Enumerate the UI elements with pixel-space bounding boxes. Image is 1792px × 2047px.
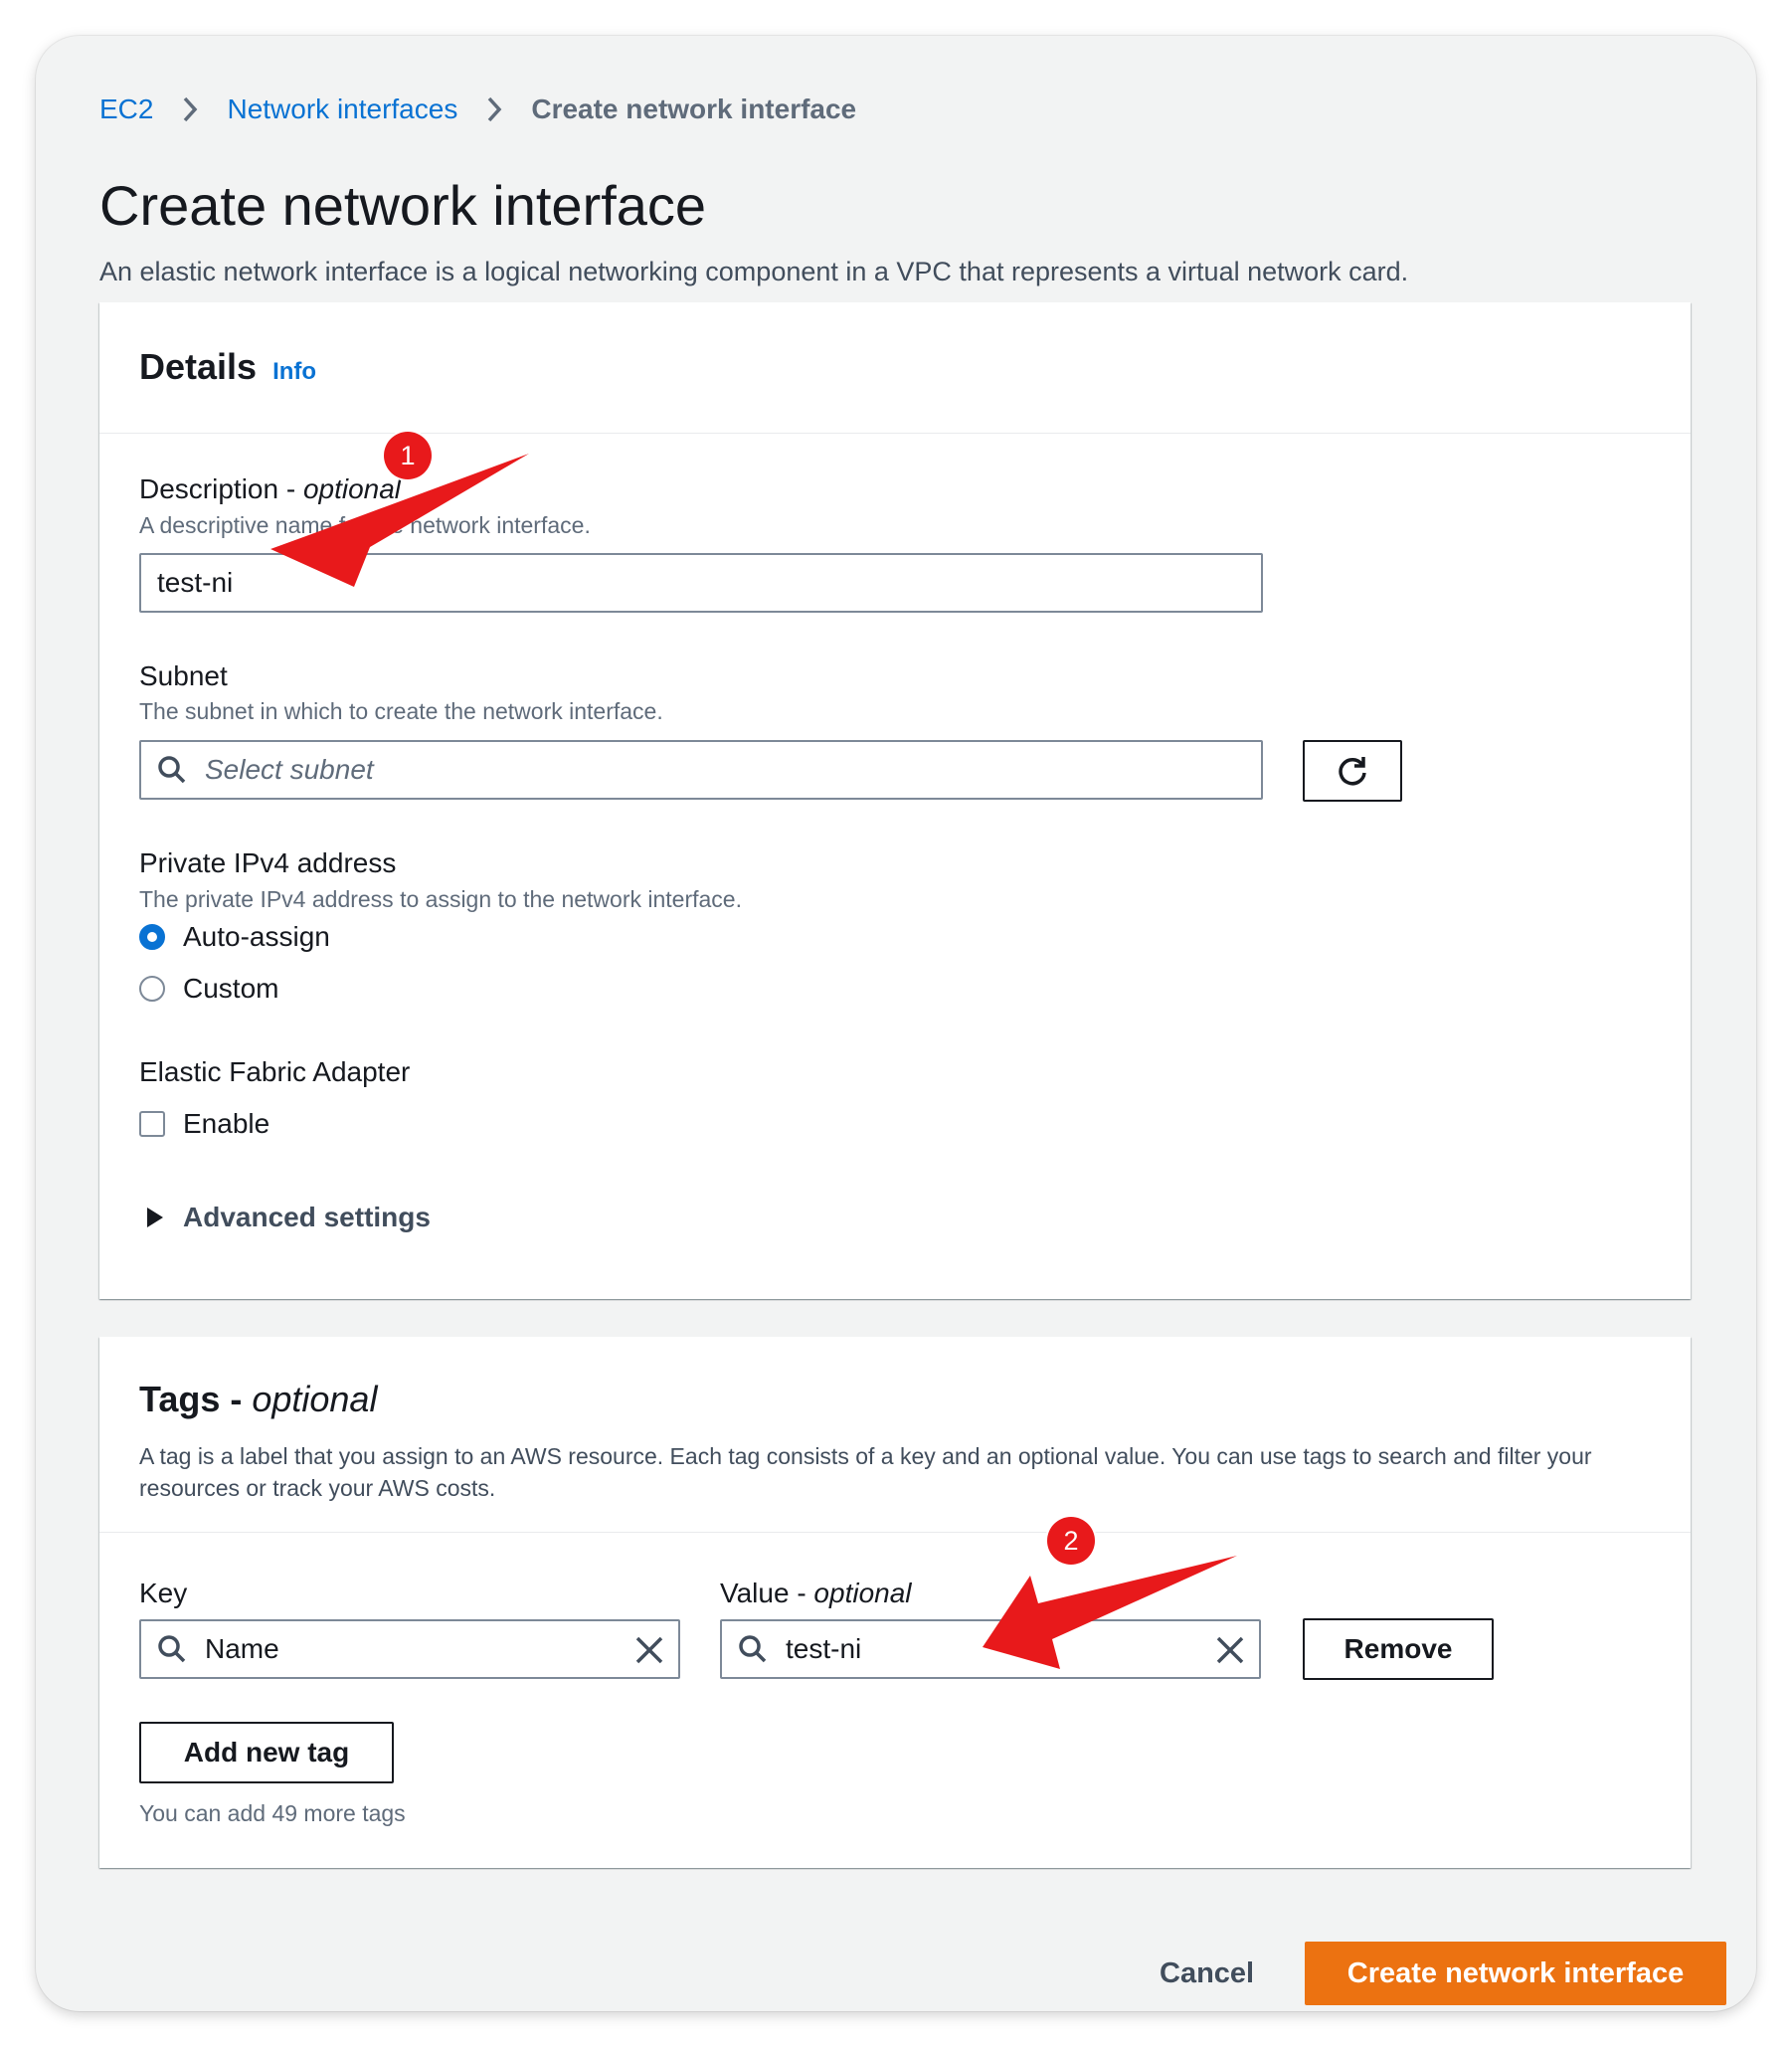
chevron-right-icon <box>479 94 509 124</box>
refresh-button[interactable] <box>1303 740 1402 802</box>
clear-icon[interactable] <box>634 1635 664 1665</box>
tag-value-input[interactable]: test-ni <box>720 1619 1261 1679</box>
tags-panel-header: Tags - optional A tag is a label that yo… <box>99 1337 1691 1533</box>
tag-key-label: Key <box>139 1578 188 1608</box>
annotation-badge-1: 1 <box>384 432 432 479</box>
description-help: A descriptive name for the network inter… <box>139 512 591 538</box>
description-label-text: Description - <box>139 473 303 504</box>
description-label: Description - optional <box>139 473 401 505</box>
description-input-value: test-ni <box>157 567 234 598</box>
subnet-placeholder: Select subnet <box>205 754 374 785</box>
remove-tag-button[interactable]: Remove <box>1303 1618 1494 1680</box>
checkbox-icon <box>139 1111 165 1137</box>
subnet-select[interactable]: Select subnet <box>139 740 1263 800</box>
tags-panel: Tags - optional A tag is a label that yo… <box>99 1337 1691 1868</box>
tag-key-input[interactable]: Name <box>139 1619 680 1679</box>
breadcrumb-network-interfaces[interactable]: Network interfaces <box>227 93 457 125</box>
search-icon <box>738 1634 768 1664</box>
subnet-help: The subnet in which to create the networ… <box>139 698 663 724</box>
chevron-right-icon <box>175 94 205 124</box>
page-title: Create network interface <box>99 174 707 237</box>
radio-custom-label: Custom <box>183 973 279 1004</box>
tag-value-label-text: Value - <box>720 1578 814 1608</box>
efa-label: Elastic Fabric Adapter <box>139 1056 411 1087</box>
refresh-icon <box>1335 753 1370 789</box>
breadcrumb-current: Create network interface <box>531 93 857 124</box>
create-network-interface-button[interactable]: Create network interface <box>1305 1942 1726 2005</box>
console-window: EC2 Network interfaces Create network in… <box>36 36 1756 2011</box>
radio-auto-assign[interactable]: Auto-assign <box>139 921 330 953</box>
search-icon <box>157 1634 187 1664</box>
annotation-badge-2: 2 <box>1047 1517 1095 1565</box>
efa-enable-checkbox[interactable]: Enable <box>139 1108 269 1140</box>
details-panel: Details Info Description - optional A de… <box>99 302 1691 1299</box>
details-title: Details <box>139 346 258 387</box>
advanced-settings-label: Advanced settings <box>183 1202 431 1232</box>
description-input[interactable]: test-ni <box>139 553 1263 613</box>
add-new-tag-button[interactable]: Add new tag <box>139 1722 394 1783</box>
details-panel-header: Details Info <box>99 302 1691 434</box>
subnet-label: Subnet <box>139 660 228 691</box>
info-link[interactable]: Info <box>272 358 316 386</box>
tag-value-label: Value - optional <box>720 1578 912 1609</box>
page-description: An elastic network interface is a logica… <box>99 257 1409 286</box>
breadcrumb-ec2[interactable]: EC2 <box>99 93 153 125</box>
clear-icon[interactable] <box>1215 1635 1245 1665</box>
tag-key-value: Name <box>205 1633 279 1664</box>
radio-checked-icon <box>139 924 165 950</box>
tags-description: A tag is a label that you assign to an A… <box>139 1443 1592 1501</box>
radio-auto-assign-label: Auto-assign <box>183 921 330 952</box>
caret-right-icon <box>147 1208 163 1227</box>
tag-value-value: test-ni <box>786 1633 862 1664</box>
radio-unchecked-icon <box>139 976 165 1002</box>
tags-title-text: Tags - <box>139 1379 253 1419</box>
advanced-settings-toggle[interactable]: Advanced settings <box>147 1202 431 1233</box>
radio-custom[interactable]: Custom <box>139 973 278 1005</box>
tags-remaining: You can add 49 more tags <box>139 1800 406 1826</box>
ipv4-help: The private IPv4 address to assign to th… <box>139 886 742 912</box>
cancel-button[interactable]: Cancel <box>1160 1942 1254 2005</box>
tags-title: Tags - optional <box>139 1379 377 1420</box>
optional-text: optional <box>813 1578 912 1608</box>
tags-title-optional: optional <box>252 1379 378 1419</box>
breadcrumb: EC2 Network interfaces Create network in… <box>99 93 856 125</box>
ipv4-label: Private IPv4 address <box>139 847 397 878</box>
efa-enable-label: Enable <box>183 1108 270 1139</box>
optional-text: optional <box>302 473 402 504</box>
search-icon <box>157 755 187 785</box>
